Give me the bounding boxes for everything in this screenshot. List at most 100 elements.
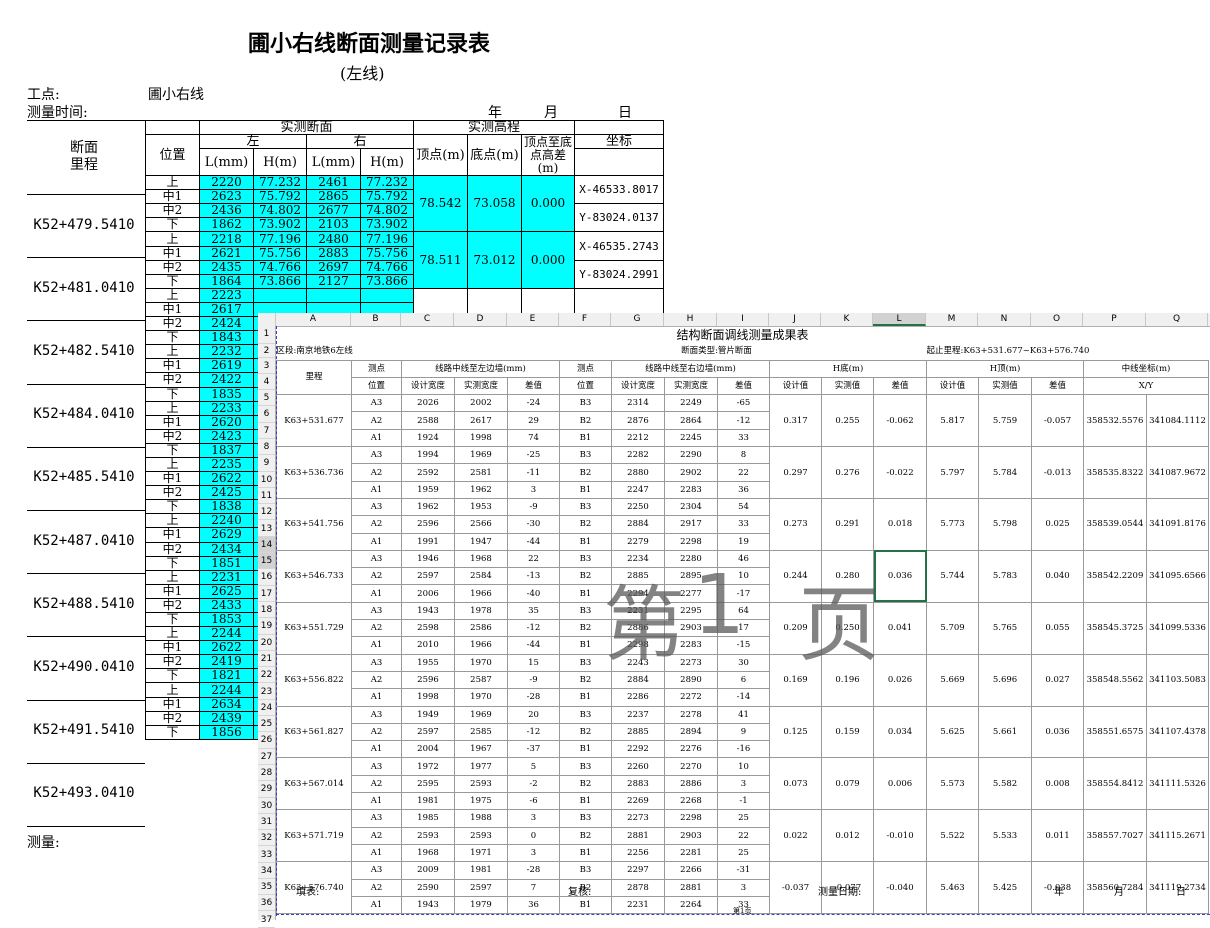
data-cell[interactable]: B2 [559,826,612,845]
row-header[interactable]: 6 [258,406,275,423]
data-cell[interactable]: -28 [507,861,560,880]
data-cell[interactable]: A1 [351,532,402,551]
data-cell[interactable]: 2283 [664,480,718,499]
data-cell[interactable]: 1985 [401,809,455,828]
data-cell[interactable]: 0 [507,826,560,845]
data-cell[interactable]: A3 [351,757,402,776]
data-cell[interactable]: 2237 [611,705,665,724]
h-top-cell[interactable]: 5.573 [926,757,979,811]
h-bottom-cell[interactable]: 0.125 [769,705,822,759]
footer-month[interactable]: 月 [1114,883,1124,898]
data-cell[interactable]: -44 [507,532,560,551]
column-header-l[interactable]: L [873,313,926,326]
row-header[interactable]: 19 [258,618,275,635]
data-cell[interactable]: B1 [559,428,612,448]
data-cell[interactable]: 30 [717,653,770,672]
h-top-cell[interactable]: 5.798 [978,497,1032,551]
mileage-cell[interactable]: K63+556.822 [276,653,352,707]
h-bottom-cell[interactable]: 0.036 [873,549,927,603]
row-header[interactable]: 5 [258,390,275,407]
h-bottom-cell[interactable]: 0.034 [873,705,927,759]
data-cell[interactable]: 2894 [664,722,718,742]
data-cell[interactable]: A3 [351,653,402,672]
data-cell[interactable]: 2584 [454,567,508,586]
data-cell[interactable]: 1968 [454,549,508,569]
h-htop[interactable]: H顶(m) [926,359,1084,378]
data-cell[interactable]: 1953 [454,497,508,517]
h-bottom-cell[interactable]: 0.255 [821,394,874,448]
data-cell[interactable]: A2 [351,411,402,430]
data-cell[interactable]: 2250 [611,497,665,517]
data-cell[interactable]: 1966 [454,584,508,603]
row-header[interactable]: 36 [258,895,275,912]
row-header[interactable]: 13 [258,521,275,537]
data-cell[interactable]: 1924 [401,428,455,448]
data-cell[interactable]: -12 [507,619,560,638]
h-xy[interactable]: X/Y [1083,376,1209,396]
h-measured-right[interactable]: 实测宽度 [664,376,718,396]
coord-y-cell[interactable]: 341103.5083 [1146,653,1209,707]
section-type-label[interactable]: 断面类型:管片断面 [612,343,822,360]
h-top-cell[interactable]: 5.783 [978,549,1032,603]
h-top-cell[interactable]: 5.759 [978,394,1032,448]
h-design-left[interactable]: 设计宽度 [401,376,455,396]
column-header-m[interactable]: M [926,313,978,326]
data-cell[interactable]: A1 [351,688,402,707]
data-cell[interactable]: 41 [717,705,770,724]
row-header[interactable]: 12 [258,504,275,521]
select-all-corner[interactable] [258,313,276,326]
row-header[interactable]: 1 [258,326,275,344]
row-header[interactable]: 16 [258,569,275,586]
data-cell[interactable]: 22 [717,463,770,482]
data-cell[interactable]: -12 [717,411,770,430]
column-header-o[interactable]: O [1031,313,1083,326]
data-cell[interactable]: -6 [507,792,560,811]
data-cell[interactable]: 1971 [454,843,508,863]
data-cell[interactable]: 1991 [401,532,455,551]
data-cell[interactable]: 2247 [611,480,665,499]
column-header-e[interactable]: E [507,313,559,326]
data-cell[interactable]: 1962 [401,497,455,517]
data-cell[interactable]: B3 [559,757,612,776]
data-cell[interactable]: 1979 [454,895,508,915]
data-cell[interactable]: 2587 [454,670,508,690]
data-cell[interactable]: A3 [351,497,402,517]
h-bottom-cell[interactable]: 0.041 [873,601,927,655]
data-cell[interactable]: 29 [507,411,560,430]
h-bottom-cell[interactable]: 0.276 [821,446,874,499]
coord-y-cell[interactable]: 341107.4378 [1146,705,1209,759]
h-bottom-cell[interactable]: -0.040 [873,861,927,915]
data-cell[interactable]: 2264 [664,895,718,915]
h-bottom-cell[interactable]: -0.022 [873,446,927,499]
data-cell[interactable]: 2917 [664,515,718,534]
data-cell[interactable]: 35 [507,601,560,621]
row-header[interactable]: 18 [258,602,275,619]
data-cell[interactable]: 2885 [611,722,665,742]
h-top-cell[interactable]: 0.040 [1031,549,1084,603]
h-right-wall[interactable]: 线路中线至右边墙(mm) [611,359,770,378]
data-cell[interactable]: -65 [717,394,770,413]
data-cell[interactable]: 54 [717,497,770,517]
mileage-cell[interactable]: K63+531.677 [276,394,352,448]
coord-x-cell[interactable]: 358557.7027 [1083,809,1147,863]
coord-y-cell[interactable]: 341091.8176 [1146,497,1209,551]
mileage-range-label[interactable]: 起止里程:K63+531.677~K63+576.740 [927,343,1209,360]
data-cell[interactable]: B3 [559,861,612,880]
row-header[interactable]: 21 [258,651,275,668]
h-bottom-cell[interactable]: 0.297 [769,446,822,499]
data-cell[interactable]: 2592 [401,463,455,482]
row-header[interactable]: 2 [258,344,275,358]
data-cell[interactable]: B1 [559,480,612,499]
data-cell[interactable]: -16 [717,740,770,759]
column-header-c[interactable]: C [401,313,454,326]
sheet-row[interactable]: K63+576.740 A3 2009 1981 -28 B3 2297 2266 -31 -0.… [276,861,1209,915]
data-cell[interactable]: A2 [351,567,402,586]
data-cell[interactable]: -2 [507,774,560,794]
data-cell[interactable]: 2278 [664,705,718,724]
data-cell[interactable]: 7 [507,878,560,897]
h-bottom-cell[interactable]: -0.010 [873,809,927,863]
data-cell[interactable]: A2 [351,515,402,534]
row-header[interactable]: 31 [258,814,275,831]
data-cell[interactable]: -9 [507,497,560,517]
h-top-cell[interactable]: 5.463 [926,861,979,915]
